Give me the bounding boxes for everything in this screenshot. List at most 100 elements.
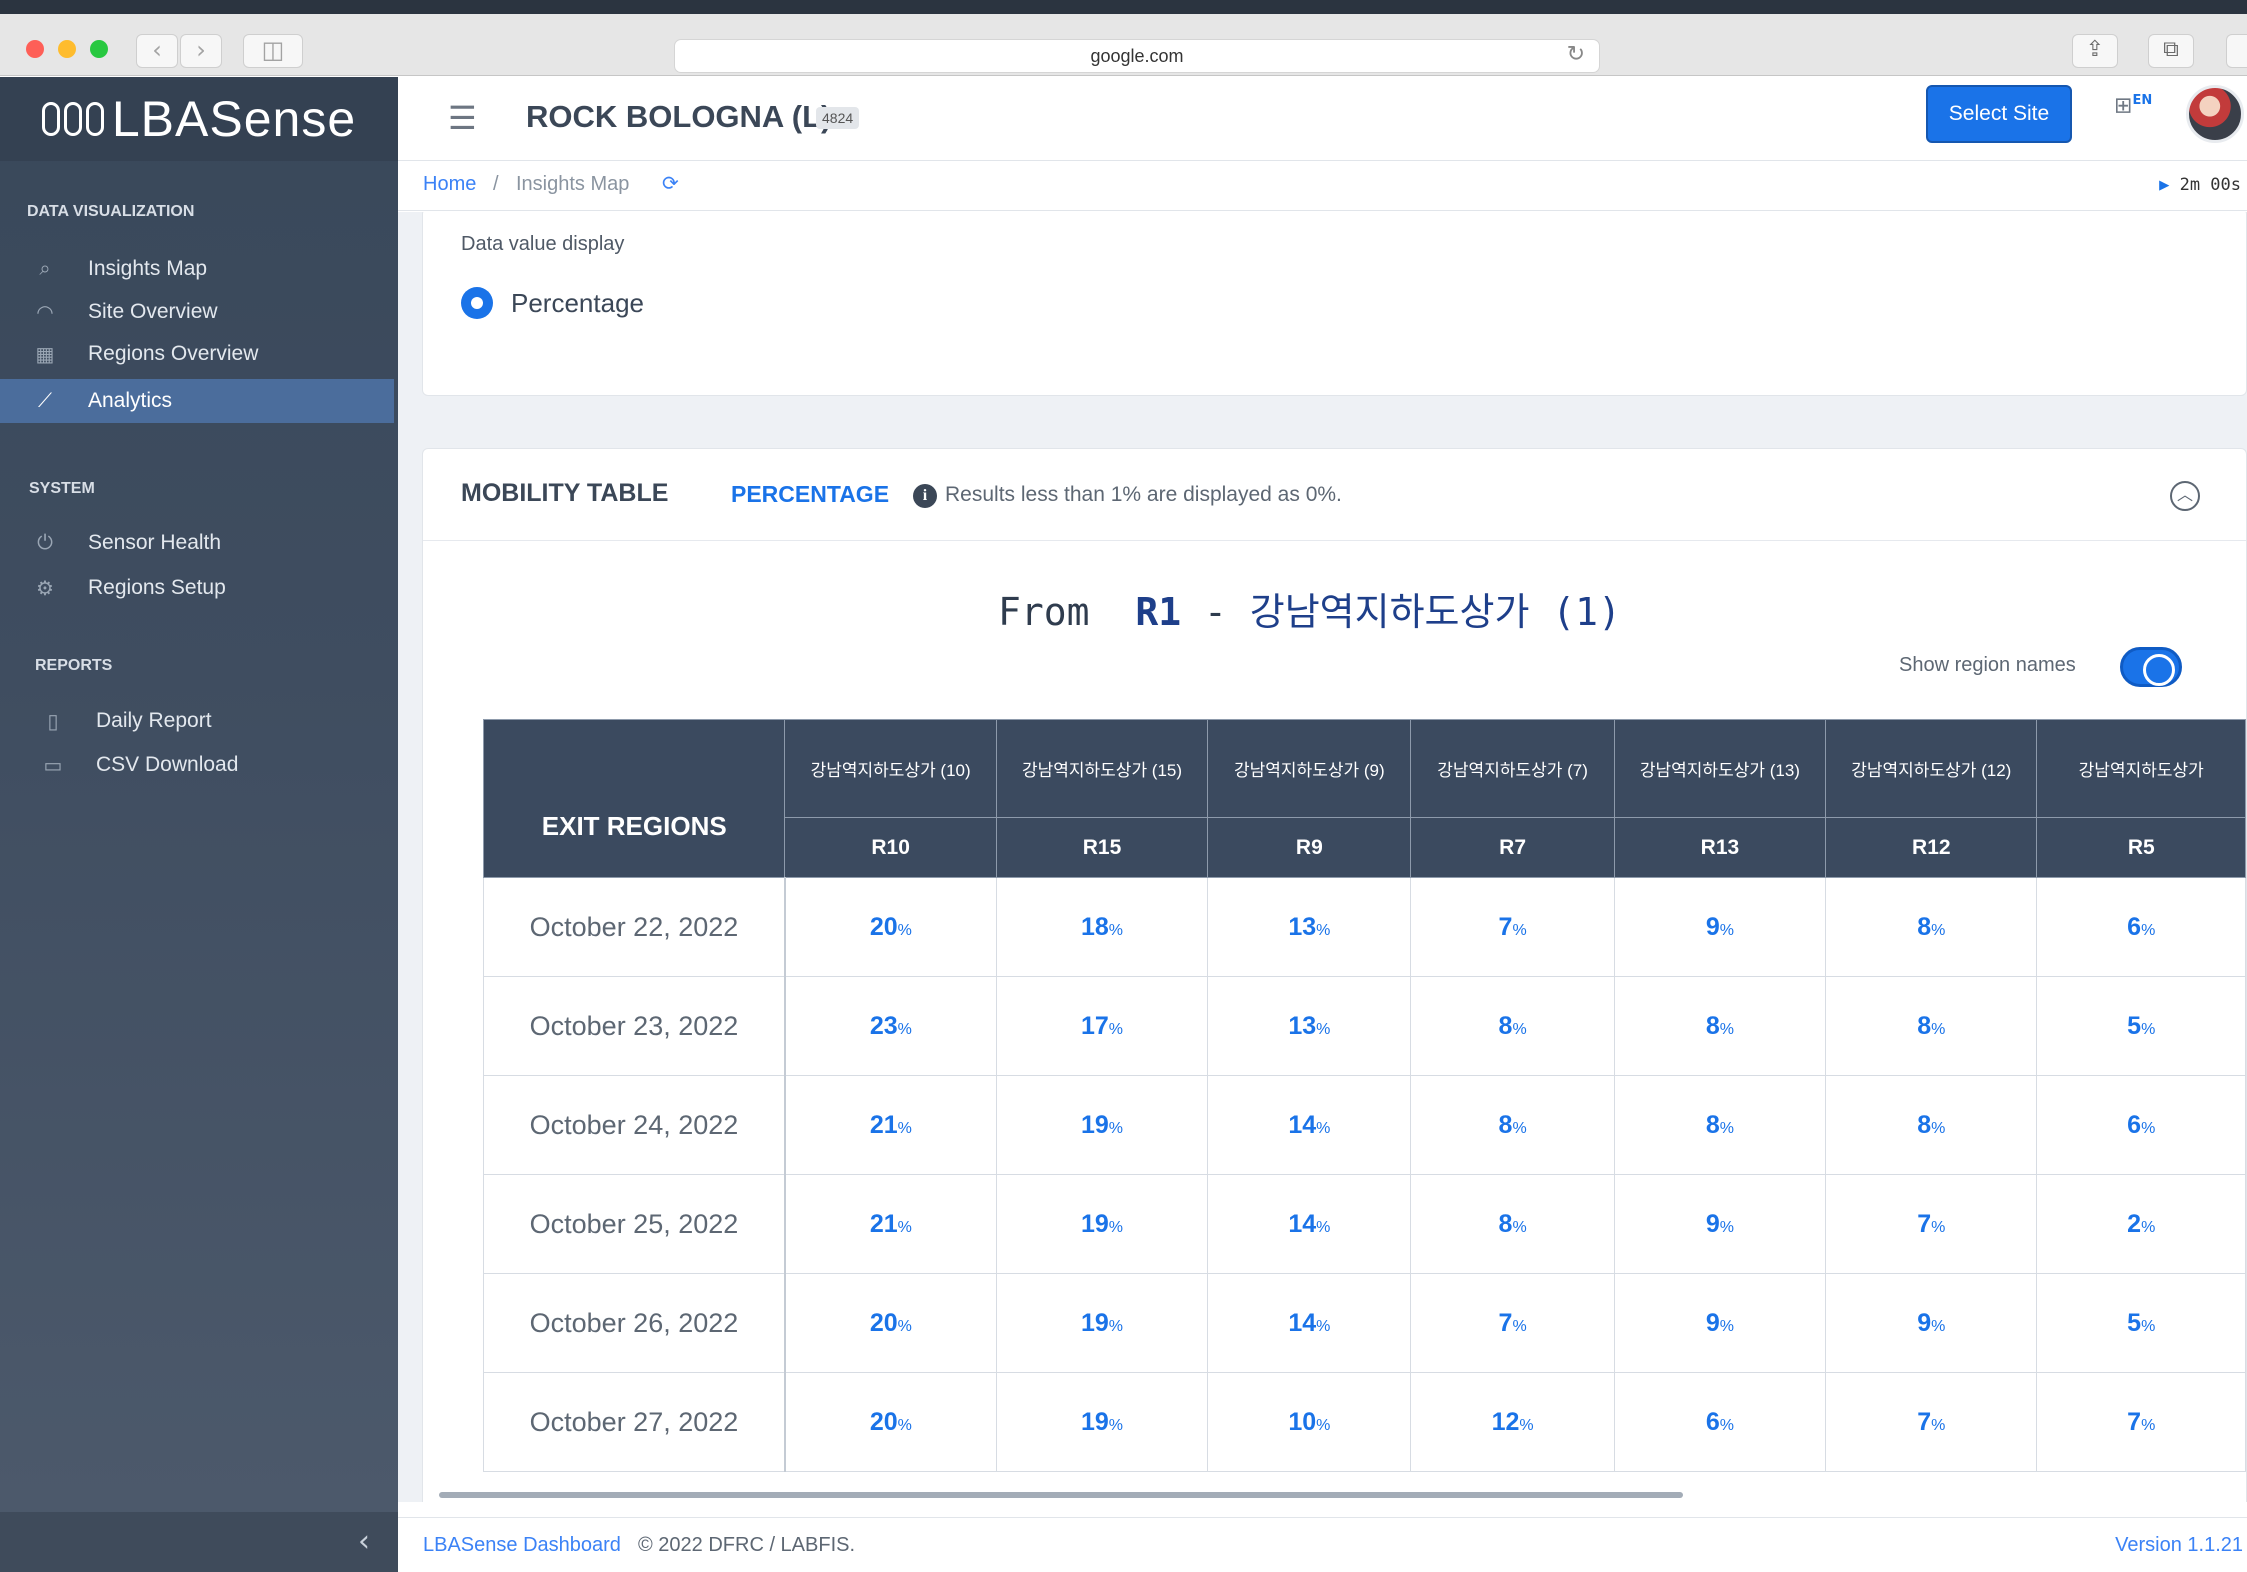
sidebar-item-daily-report[interactable]: ▯ Daily Report [0,699,394,743]
sidebar-item-label: Regions Setup [88,576,226,599]
breadcrumb-home-link[interactable]: Home [423,173,476,196]
table-cell-value: 7% [1410,1273,1615,1373]
language-switcher[interactable]: ⊞EN [2114,93,2152,118]
avatar[interactable] [2186,85,2244,143]
play-icon: ▶ [2159,175,2170,195]
table-cell-value: 14% [1207,1075,1412,1175]
cell-unit: % [1931,1218,1946,1236]
horizontal-scrollbar[interactable] [439,1492,1683,1498]
table-cell-value: 14% [1207,1174,1412,1274]
cell-unit: % [897,1119,912,1137]
menu-icon[interactable]: ☰ [448,99,477,137]
cell-number: 6 [2127,912,2142,941]
mobility-table-note: Results less than 1% are displayed as 0%… [945,483,1342,506]
table-cell-value: 7% [1410,877,1615,977]
logo[interactable]: LBASense [0,77,398,161]
table-cell-value: 8% [1613,1075,1827,1175]
cell-unit: % [1512,1218,1527,1236]
table-cell-value: 21% [784,1075,997,1175]
minimize-window-button[interactable] [58,40,76,58]
cell-unit: % [2141,1218,2156,1236]
table-cell-value: 9% [1613,877,1827,977]
sidebar-collapse-button[interactable]: ‹ [0,1512,398,1572]
sidebar-item-sensor-health[interactable]: ⏻ Sensor Health [0,521,394,565]
breadcrumb: Home / Insights Map ⟳ ▶ 2m 00s [398,161,2247,211]
cell-unit: % [1512,1119,1527,1137]
column-region-code: R12 [1825,817,2038,878]
section-reports: REPORTS [35,657,113,674]
sidebar-item-regions-setup[interactable]: ⚙ Regions Setup [0,566,394,610]
share-icon[interactable]: ⇪ [2072,34,2118,68]
column-region-code: R7 [1410,817,1615,878]
column-region-code: R15 [995,817,1209,878]
cell-unit: % [897,1020,912,1038]
table-cell-value: 8% [1825,877,2038,977]
grid-icon: ▦ [35,343,55,366]
table-cell-value: 9% [1613,1273,1827,1373]
sidebar-item-csv-download[interactable]: ▭ CSV Download [0,743,394,787]
refresh-icon[interactable]: ⟳ [662,171,679,196]
cell-unit: % [1931,921,1946,939]
footer-version: Version 1.1.21 [2115,1534,2243,1556]
cell-number: 8 [1917,912,1932,941]
table-cell-value: 8% [1825,1075,2038,1175]
column-region-name: 강남역지하도상가 (12) [1825,719,2038,818]
reload-icon[interactable]: ↻ [1567,42,1585,67]
percentage-radio-label[interactable]: Percentage [511,288,644,319]
sidebar-item-label: Regions Overview [88,342,259,365]
new-tab-icon[interactable] [2226,34,2247,68]
table-cell-value: 5% [2036,976,2246,1076]
forward-icon[interactable]: › [180,34,222,68]
row-date: October 23, 2022 [482,976,786,1076]
auto-refresh-timer[interactable]: ▶ 2m 00s [2159,175,2241,195]
table-cell-value: 19% [995,1174,1209,1274]
tabs-icon[interactable]: ⧉ [2148,34,2194,68]
cell-unit: % [2141,1317,2156,1335]
sidebar-item-analytics[interactable]: ⟋ Analytics [0,379,394,423]
percentage-radio[interactable] [461,287,493,319]
table-cell-value: 20% [784,1273,997,1373]
cell-unit: % [1316,1416,1331,1434]
url-bar[interactable]: google.com ↻ [674,39,1600,73]
cell-number: 7 [1917,1209,1932,1238]
back-icon[interactable]: ‹ [136,34,178,68]
row-date: October 26, 2022 [482,1273,786,1373]
footer-dashboard-link[interactable]: LBASense Dashboard [423,1534,621,1557]
table-cell-value: 21% [784,1174,997,1274]
chevron-left-icon: ‹ [358,1524,370,1559]
gear-icon: ⚙ [36,577,54,600]
sidebar-item-regions-overview[interactable]: ▦ Regions Overview [0,332,394,376]
cell-unit: % [1316,1317,1331,1335]
row-date: October 24, 2022 [482,1075,786,1175]
mobility-table: EXIT REGIONS 강남역지하도상가 (10) 강남역지하도상가 (15)… [482,719,2246,1472]
chevron-up-icon[interactable]: ︿ [2170,481,2200,511]
show-region-names-toggle[interactable] [2120,647,2182,687]
sidebar-toggle-icon[interactable]: ◫ [243,34,303,68]
close-window-button[interactable] [26,40,44,58]
exit-regions-header: EXIT REGIONS [482,719,786,878]
cell-number: 18 [1080,912,1109,941]
cell-number: 8 [1917,1011,1932,1040]
table-cell-value: 10% [1207,1372,1412,1472]
sidebar-item-insights-map[interactable]: ⌕ Insights Map [0,247,394,291]
cell-number: 8 [1917,1110,1932,1139]
breadcrumb-current: Insights Map [516,173,630,195]
column-region-name: 강남역지하도상가 (9) [1207,719,1412,818]
select-site-button[interactable]: Select Site [1926,85,2072,143]
column-region-name: 강남역지하도상가 (10) [784,719,997,818]
table-cell-value: 14% [1207,1273,1412,1373]
cell-unit: % [1719,1416,1734,1434]
cell-number: 20 [869,1407,898,1436]
info-icon: i [913,484,937,508]
mobility-table-mode: PERCENTAGE [731,481,890,507]
cell-unit: % [2141,921,2156,939]
column-region-code: R10 [784,817,997,878]
cell-number: 19 [1080,1209,1109,1238]
sidebar-item-site-overview[interactable]: ◠ Site Overview [0,290,394,334]
cell-unit: % [1719,1317,1734,1335]
table-cell-value: 5% [2036,1273,2246,1373]
table-cell-value: 7% [1825,1372,2038,1472]
table-cell-value: 20% [784,877,997,977]
cell-unit: % [1108,1416,1124,1434]
maximize-window-button[interactable] [90,40,108,58]
